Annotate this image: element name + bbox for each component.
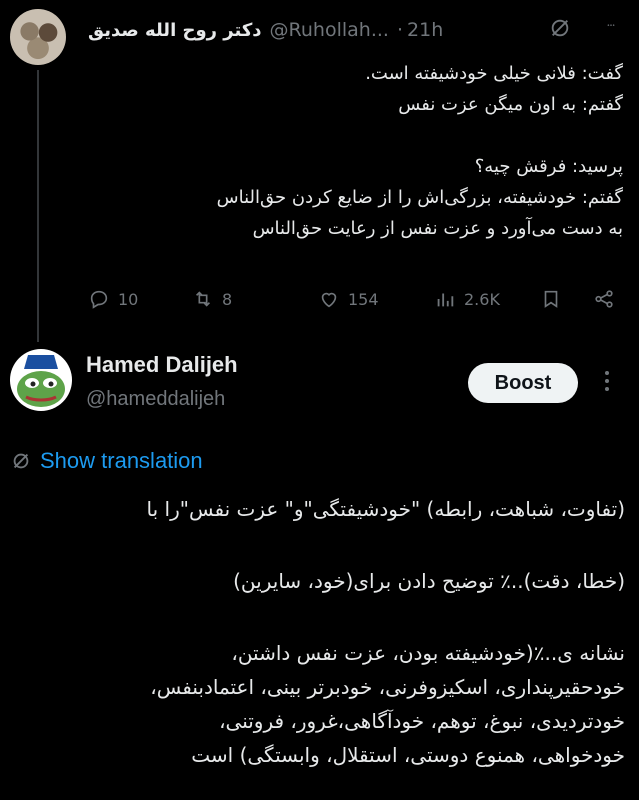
tweet-body: گفت: فلانی خیلی خودشیفته است. گفتم: به ا… <box>88 58 623 244</box>
grok-icon[interactable] <box>549 17 571 39</box>
repost-count: 8 <box>222 289 233 309</box>
body-line: پرسید: فرقش چیه؟ <box>474 156 623 177</box>
like-button[interactable]: 154 <box>318 284 379 314</box>
like-count: 154 <box>348 289 379 309</box>
body-line: خودتردیدی، نبوغ، توهم، خودآگاهی،غرور، فر… <box>219 709 625 733</box>
reply-button[interactable]: 10 <box>88 284 138 314</box>
body-line: خودحقیرپنداری، اسکیزوفرنی، خودبرتر بینی،… <box>150 675 625 699</box>
repost-icon <box>195 291 211 307</box>
heart-icon <box>321 292 337 308</box>
view-count: 2.6K <box>464 289 500 309</box>
show-translation-link[interactable]: Show translation <box>10 448 203 474</box>
body-line: گفتم: به اون میگن عزت نفس <box>398 94 623 115</box>
views-button[interactable]: 2.6K <box>434 284 500 314</box>
bookmark-button[interactable] <box>540 284 562 314</box>
reply-count: 10 <box>118 289 139 309</box>
views-icon <box>437 293 454 307</box>
action-bar: 10 8 154 2.6K <box>88 284 623 314</box>
pepe-avatar-icon <box>17 355 65 407</box>
show-translation-label[interactable]: Show translation <box>40 448 203 474</box>
author-handle[interactable]: @hameddalijeh <box>86 388 225 411</box>
tweet-body: (تفاوت، شباهت، رابطه) "خودشیفتگی"و" عزت … <box>10 492 625 772</box>
boost-button[interactable]: Boost <box>468 363 578 403</box>
reply-icon <box>90 290 108 309</box>
body-line: گفتم: خودشیفته، بزرگی‌اش را از ضایع کردن… <box>216 187 623 208</box>
body-line: نشانه ی..٪(خودشیفته بودن، عزت نفس داشتن، <box>231 641 625 665</box>
body-line: گفت: فلانی خیلی خودشیفته است. <box>365 63 623 84</box>
body-line: به دست می‌آورد و عزت نفس از رعایت حق‌الن… <box>252 218 623 239</box>
author-name[interactable]: دکتر روح الله صدیق <box>88 20 262 41</box>
body-line: (خطا، دقت)..٪ توضیح دادن برای(خود، سایری… <box>233 569 625 593</box>
repost-button[interactable]: 8 <box>192 284 232 314</box>
timestamp[interactable]: 21h <box>407 19 443 41</box>
more-options-icon[interactable] <box>600 24 622 30</box>
author-name[interactable]: Hamed Dalijeh <box>86 352 238 378</box>
tweet-reply: Hamed Dalijeh @hameddalijeh Boost Show t… <box>0 340 639 800</box>
thread-connector-line <box>37 70 39 342</box>
author-handle[interactable]: @Ruhollah... <box>270 19 389 41</box>
body-line: (تفاوت، شباهت، رابطه) "خودشیفتگی"و" عزت … <box>146 497 625 521</box>
separator-dot: · <box>396 19 404 41</box>
bookmark-icon <box>544 290 558 308</box>
body-line <box>88 120 623 151</box>
body-line: خودخواهی، همنوع دوستی، استقلال، وابستگی)… <box>191 743 625 767</box>
avatar[interactable] <box>10 349 72 411</box>
grok-icon <box>13 453 29 469</box>
more-options-icon[interactable] <box>604 368 610 396</box>
share-icon <box>595 290 613 308</box>
tweet-header: دکتر روح الله صدیق @Ruhollah... · 21h <box>88 16 443 44</box>
share-button[interactable] <box>593 284 615 314</box>
tweet-parent: دکتر روح الله صدیق @Ruhollah... · 21h گف… <box>0 0 639 342</box>
avatar[interactable] <box>10 9 66 65</box>
